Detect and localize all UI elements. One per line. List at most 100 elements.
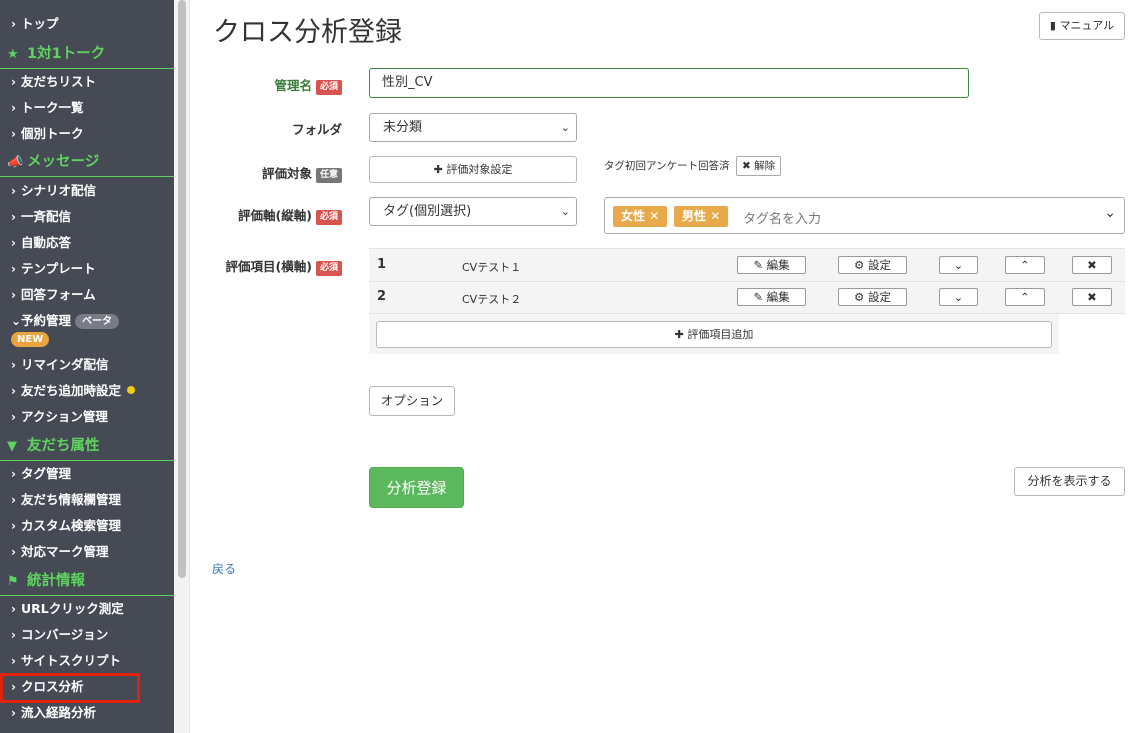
flag-icon: ⚑ [7,574,19,589]
target-note: タグ初回アンケート回答済 [604,160,730,172]
delete-button[interactable]: ✖ [1072,288,1112,306]
chevron-right-icon: › [11,358,16,372]
tag-search-input[interactable]: タグ名を入力 [743,208,821,227]
sidebar-item-top[interactable]: › トップ [0,11,174,37]
item-name: CVテスト１ [462,261,522,274]
chevron-down-icon: ⌄ [560,205,570,218]
close-icon[interactable]: ✕ [649,209,659,223]
sidebar-item-reservation[interactable]: ⌄予約管理 ベータ [0,308,174,334]
back-link[interactable]: 戻る [212,560,236,577]
tag-chip[interactable]: 男性 ✕ [674,206,729,227]
book-icon: ▮ [1049,19,1056,32]
pencil-icon: ✎ [753,290,763,304]
manual-label: マニュアル [1059,19,1115,32]
submit-button[interactable]: 分析登録 [369,467,464,508]
sidebar-item-label: URLクリック測定 [21,601,124,616]
star-icon: ★ [7,47,19,62]
sidebar-item-conversion[interactable]: › コンバージョン [0,622,174,648]
megaphone-icon: 📣 [7,155,24,170]
sidebar-item-label: シナリオ配信 [21,183,97,198]
chevron-down-icon: ⌄ [560,121,570,134]
setting-label: 設定 [867,290,891,304]
show-analysis-button[interactable]: 分析を表示する [1014,467,1125,496]
sidebar-item-answer-form[interactable]: › 回答フォーム [0,282,174,308]
optional-badge: 任意 [315,168,342,183]
sidebar-item-site-script[interactable]: › サイトスクリプト [0,648,174,674]
sidebar-item-custom-search[interactable]: › カスタム検索管理 [0,513,174,539]
manual-button[interactable]: ▮ マニュアル [1039,12,1125,40]
sidebar-item-tag-manage[interactable]: › タグ管理 [0,461,174,487]
close-icon: ✖ [742,160,751,172]
sidebar-item-broadcast[interactable]: › 一斉配信 [0,204,174,230]
chevron-right-icon: › [11,493,16,507]
chevron-right-icon: › [11,75,16,89]
close-icon: ✖ [1087,290,1097,304]
target-setting-button[interactable]: ✚ 評価対象設定 [369,156,577,183]
sidebar-item-label: 予約管理 [21,313,72,328]
move-up-button[interactable]: ⌃ [1005,256,1045,274]
sidebar-item-label: タグ管理 [21,466,72,481]
chevron-down-icon: ⌄ [953,290,964,304]
axis-select[interactable]: タグ(個別選択) ⌄ [369,197,577,226]
chevron-right-icon: › [11,602,16,616]
gear-icon: ⚙ [854,290,865,304]
sidebar-item-talk-list[interactable]: › トーク一覧 [0,95,174,121]
setting-button[interactable]: ⚙ 設定 [838,256,907,274]
sidebar-section-message: 📣 メッセージ [0,147,174,177]
sidebar-item-mark-manage[interactable]: › 対応マーク管理 [0,539,174,565]
tag-chip[interactable]: 女性 ✕ [613,206,668,227]
sidebar-item-scenario[interactable]: › シナリオ配信 [0,178,174,204]
sidebar-item-friends-list[interactable]: › 友だちリスト [0,69,174,95]
chevron-right-icon: › [11,184,16,198]
row-divider [369,281,1125,282]
sidebar-item-template[interactable]: › テンプレート [0,256,174,282]
sidebar-item-url-click[interactable]: › URLクリック測定 [0,596,174,622]
close-icon[interactable]: ✕ [710,209,720,223]
item-number: 1 [377,257,387,272]
sidebar-item-label: 友だち追加時設定 [21,383,122,398]
sidebar-item-label: 友だち情報欄管理 [21,492,122,507]
tag-chip-label: 女性 [621,209,646,223]
sidebar-item-label: 一斉配信 [21,209,72,224]
release-button[interactable]: ✖ 解除 [736,156,782,176]
chevron-right-icon: › [11,706,16,720]
axis-label: 評価軸(縦軸) 必須 [202,205,342,225]
sidebar-item-auto-reply[interactable]: › 自動応答 [0,230,174,256]
sidebar-section-talk: ★ 1対1トーク [0,39,174,69]
beta-badge: ベータ [75,314,120,329]
sidebar-item-action-manage[interactable]: › アクション管理 [0,404,174,430]
sidebar-item-friend-add-setting[interactable]: › 友だち追加時設定 [0,378,174,404]
sidebar-item-label: 友だちリスト [21,74,97,89]
sidebar-scrollbar-thumb[interactable] [178,0,186,578]
sidebar-item-inflow-analysis[interactable]: › 流入経路分析 [0,700,174,726]
sidebar-item-label: 回答フォーム [21,287,96,302]
sidebar-section-stats: ⚑ 統計情報 [0,566,174,596]
move-down-button[interactable]: ⌄ [939,288,978,306]
setting-button[interactable]: ⚙ 設定 [838,288,907,306]
sidebar-item-label: リマインダ配信 [21,357,109,372]
name-input[interactable]: 性別_CV [369,68,969,98]
row-divider [369,313,1125,314]
folder-label: フォルダ [202,119,342,138]
sidebar-item-reminder[interactable]: › リマインダ配信 [0,352,174,378]
edit-button[interactable]: ✎ 編集 [737,256,806,274]
add-item-button[interactable]: ✚ 評価項目追加 [376,321,1052,348]
plus-icon: ✚ [433,163,443,176]
sidebar-item-friend-info[interactable]: › 友だち情報欄管理 [0,487,174,513]
move-up-button[interactable]: ⌃ [1005,288,1045,306]
row-divider [369,248,1125,249]
sidebar-section-attr: ▼ 友だち属性 [0,431,174,461]
page-title: クロス分析登録 [213,17,402,48]
delete-button[interactable]: ✖ [1072,256,1112,274]
plus-icon: ✚ [674,328,684,341]
edit-button[interactable]: ✎ 編集 [737,288,806,306]
add-item-label: 評価項目追加 [687,328,754,341]
tag-input-box[interactable]: 女性 ✕ 男性 ✕ タグ名を入力 ⌄ [604,197,1125,234]
move-down-button[interactable]: ⌄ [939,256,978,274]
close-icon: ✖ [1087,258,1097,272]
axis-label-text: 評価軸(縦軸) [238,208,312,223]
chevron-down-icon[interactable]: ⌄ [1104,205,1116,221]
sidebar-item-individual-talk[interactable]: › 個別トーク [0,121,174,147]
folder-select[interactable]: 未分類 ⌄ [369,113,577,142]
options-button[interactable]: オプション [369,386,455,416]
